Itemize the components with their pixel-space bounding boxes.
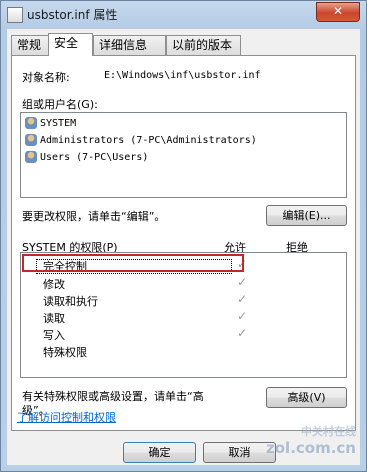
permission-name: 修改 bbox=[43, 278, 65, 291]
allow-check-icon: ✓ bbox=[237, 309, 248, 323]
dialog-client: 常规 安全 详细信息 以前的版本 对象名称: E:\Windows\inf\us… bbox=[7, 29, 360, 465]
user-item-system[interactable]: SYSTEM bbox=[25, 116, 76, 132]
edit-hint: 要更改权限，请单击“编辑”。 bbox=[22, 210, 166, 223]
security-panel: 对象名称: E:\Windows\inf\usbstor.inf 组或用户名(G… bbox=[11, 55, 356, 431]
tab-details[interactable]: 详细信息 bbox=[93, 35, 166, 55]
window-title: usbstor.inf 属性 bbox=[27, 8, 118, 22]
permission-name: 读取和执行 bbox=[43, 295, 98, 308]
users-heading: 组或用户名(G): bbox=[22, 98, 98, 111]
file-icon bbox=[7, 7, 23, 23]
tab-general[interactable]: 常规 bbox=[11, 35, 49, 55]
object-name-value: E:\Windows\inf\usbstor.inf bbox=[104, 70, 261, 81]
permission-name: 特殊权限 bbox=[43, 346, 87, 359]
allow-check-icon: ✓ bbox=[237, 275, 248, 289]
watermark-line2: zol.com.cn bbox=[266, 439, 356, 457]
user-item-administrators[interactable]: Administrators (7-PC\Administrators) bbox=[25, 133, 257, 149]
tab-security[interactable]: 安全 bbox=[48, 33, 93, 56]
object-name-label: 对象名称: bbox=[22, 71, 70, 84]
user-group-icon bbox=[25, 151, 37, 163]
allow-check-icon: ✓ bbox=[237, 292, 248, 306]
permission-name: 写入 bbox=[43, 329, 65, 342]
allow-check-icon: ✓ bbox=[237, 326, 248, 340]
tab-previous-versions[interactable]: 以前的版本 bbox=[166, 35, 241, 55]
permission-row: 特殊权限 bbox=[31, 343, 331, 359]
close-button[interactable]: ✕ bbox=[316, 2, 360, 22]
properties-window: usbstor.inf 属性 ✕ 常规 安全 详细信息 以前的版本 对象名称: … bbox=[0, 0, 367, 472]
permission-row: 读取和执行 ✓ bbox=[31, 292, 331, 308]
user-item-users[interactable]: Users (7-PC\Users) bbox=[25, 150, 148, 166]
advanced-button[interactable]: 高级(V) bbox=[266, 387, 347, 408]
title-bar[interactable]: usbstor.inf 属性 ✕ bbox=[1, 1, 366, 29]
permission-row: 读取 ✓ bbox=[31, 309, 331, 325]
permission-row: 写入 ✓ bbox=[31, 326, 331, 342]
watermark-line1: 中关村在线 bbox=[301, 425, 356, 438]
users-listbox[interactable]: SYSTEM Administrators (7-PC\Administrato… bbox=[20, 112, 347, 198]
ok-button[interactable]: 确定 bbox=[123, 442, 196, 463]
user-group-icon bbox=[25, 134, 37, 146]
edit-button[interactable]: 编辑(E)... bbox=[266, 205, 347, 226]
access-control-help-link[interactable]: 了解访问控制和权限 bbox=[17, 409, 116, 425]
permission-row: 修改 ✓ bbox=[31, 275, 331, 291]
watermark-logo: 中关村在线 zol.com.cn bbox=[266, 423, 356, 457]
user-group-icon bbox=[25, 117, 37, 129]
annotation-highlight bbox=[22, 254, 244, 272]
permission-name: 读取 bbox=[43, 312, 65, 325]
